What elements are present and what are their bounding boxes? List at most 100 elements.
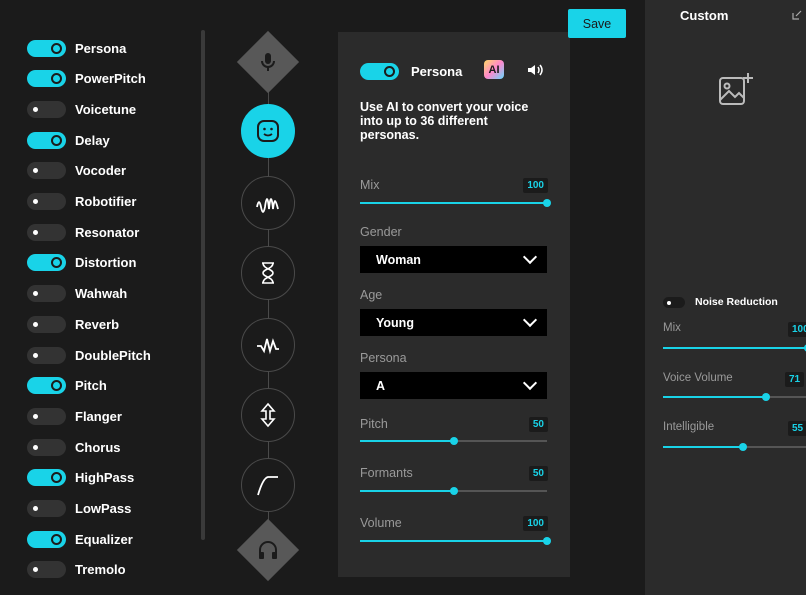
chain-node-distortion[interactable]: [241, 318, 295, 372]
effect-toggle[interactable]: [27, 500, 66, 517]
effect-row[interactable]: Delay: [27, 130, 110, 150]
custom-panel: Custom Noise Reduction Mix 100 Voice Vol…: [645, 0, 806, 595]
headphones-icon: [259, 541, 277, 559]
speaker-icon[interactable]: [526, 61, 544, 79]
chain-node-delay[interactable]: [241, 246, 295, 300]
noise-reduction-toggle[interactable]: [663, 297, 685, 308]
formants-value: 50: [528, 466, 548, 481]
mix-value: 100: [523, 178, 548, 193]
effect-toggle[interactable]: [27, 346, 66, 364]
chain-node-pitch[interactable]: [241, 388, 295, 442]
mix-label: Mix: [360, 178, 380, 192]
effect-toggle[interactable]: [27, 254, 66, 272]
custom-mix-slider[interactable]: [663, 344, 806, 352]
gender-selected: Woman: [376, 252, 421, 267]
gender-label: Gender: [360, 225, 402, 239]
voice-volume-label: Voice Volume: [663, 372, 733, 384]
volume-slider[interactable]: [360, 537, 551, 545]
add-image-icon[interactable]: [717, 70, 757, 110]
effect-row[interactable]: Robotifier: [27, 192, 136, 212]
effect-toggle[interactable]: [27, 39, 66, 57]
effect-row[interactable]: Wahwah: [27, 284, 127, 304]
effect-row[interactable]: Chorus: [27, 437, 121, 457]
effect-row[interactable]: Tremolo: [27, 560, 126, 580]
gender-select[interactable]: Woman: [360, 246, 547, 273]
effect-row[interactable]: HighPass: [27, 468, 134, 488]
effect-toggle[interactable]: [27, 162, 66, 180]
effect-row[interactable]: Pitch: [27, 376, 107, 396]
chain-node-highpass[interactable]: [241, 458, 295, 512]
persona-label: Persona: [360, 351, 407, 365]
effect-toggle[interactable]: [27, 223, 66, 241]
effect-toggle[interactable]: [27, 285, 66, 303]
volume-value: 100: [523, 516, 548, 531]
effect-toggle[interactable]: [27, 315, 66, 333]
chain-node-persona[interactable]: [241, 104, 295, 158]
chevron-down-icon: [522, 375, 538, 391]
effect-toggle[interactable]: [27, 131, 66, 149]
effect-row[interactable]: Vocoder: [27, 161, 126, 181]
persona-selected: A: [376, 378, 386, 393]
custom-mix-label: Mix: [663, 322, 681, 334]
microphone-input-node[interactable]: [236, 30, 300, 94]
effect-label: Reverb: [75, 316, 120, 332]
pitch-value: 50: [528, 417, 548, 432]
effect-label: Vocoder: [75, 163, 127, 179]
effect-row[interactable]: PowerPitch: [27, 69, 146, 89]
persona-select[interactable]: A: [360, 372, 547, 399]
effect-row[interactable]: Voicetune: [27, 99, 136, 119]
age-select[interactable]: Young: [360, 309, 547, 336]
effect-row[interactable]: Equalizer: [27, 529, 133, 549]
custom-title: Custom: [680, 8, 729, 23]
headphones-output-node[interactable]: [236, 518, 300, 582]
effect-label: Equalizer: [75, 531, 133, 547]
persona-panel-toggle[interactable]: [360, 63, 399, 80]
effect-label: Flanger: [75, 408, 122, 424]
effect-toggle[interactable]: [27, 438, 66, 456]
pitch-slider[interactable]: [360, 437, 547, 445]
intelligible-label: Intelligible: [663, 421, 715, 433]
save-button[interactable]: Save: [568, 9, 626, 38]
effect-row[interactable]: Persona: [27, 38, 126, 58]
effect-toggle[interactable]: [27, 530, 66, 548]
custom-mix-value: 100: [788, 322, 806, 337]
effect-toggle[interactable]: [27, 70, 66, 88]
hourglass-icon: [262, 262, 274, 284]
effect-label: HighPass: [75, 470, 135, 486]
effect-label: LowPass: [75, 501, 132, 516]
pitch-arrows-icon: [260, 402, 276, 428]
effect-toggle[interactable]: [27, 193, 66, 210]
effect-label: Resonator: [75, 224, 140, 240]
effect-toggle[interactable]: [27, 561, 66, 579]
panel-title: Persona: [411, 64, 463, 79]
effect-row[interactable]: Distortion: [27, 253, 136, 273]
face-icon: [257, 120, 279, 142]
effect-row[interactable]: Flanger: [27, 406, 122, 426]
effect-toggle[interactable]: [27, 377, 66, 395]
age-selected: Young: [376, 315, 414, 330]
persona-settings-panel: Persona AI Use AI to convert your voice …: [338, 32, 570, 577]
voice-volume-slider[interactable]: [663, 393, 806, 401]
effect-row[interactable]: Resonator: [27, 222, 139, 242]
voice-volume-value: 71: [785, 372, 805, 387]
effect-toggle[interactable]: [27, 100, 66, 118]
effect-label: Chorus: [75, 439, 121, 455]
effect-label: Voicetune: [75, 101, 137, 117]
effect-toggle[interactable]: [27, 407, 66, 425]
edit-icon[interactable]: [792, 10, 802, 20]
pulse-wave-icon: [257, 338, 279, 355]
effects-list: Persona PowerPitch Voicetune Delay Vocoder Ro…: [0, 0, 200, 595]
effect-toggle[interactable]: [27, 469, 66, 487]
formants-label: Formants: [360, 466, 413, 480]
intelligible-slider[interactable]: [663, 443, 806, 451]
chain-node-powerpitch[interactable]: [241, 176, 295, 230]
ai-badge: AI: [484, 60, 504, 79]
age-label: Age: [360, 288, 383, 302]
effect-label: Pitch: [75, 378, 107, 394]
effect-row[interactable]: LowPass: [27, 499, 131, 519]
formants-slider[interactable]: [360, 487, 547, 495]
effects-scrollbar[interactable]: [201, 30, 205, 540]
effect-row[interactable]: Reverb: [27, 314, 119, 334]
mix-slider[interactable]: [360, 199, 551, 207]
effect-row[interactable]: DoublePitch: [27, 345, 151, 365]
